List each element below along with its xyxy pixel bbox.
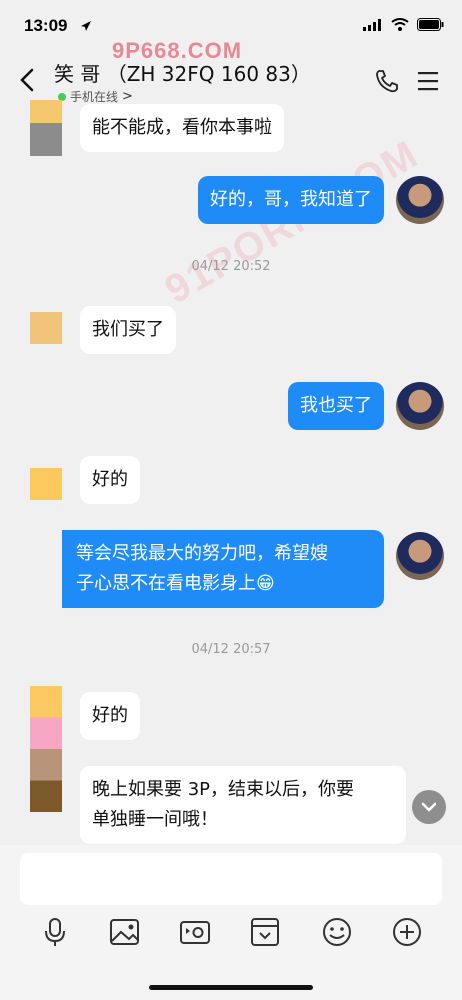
message-timestamp: 04/12 20:57 (191, 642, 271, 657)
status-bar: 13:09 (0, 0, 462, 50)
scroll-to-bottom-button[interactable] (412, 790, 446, 824)
status-icons (363, 18, 444, 31)
home-indicator (149, 985, 313, 990)
contact-name[interactable]: 笑 哥 （ZH 32FQ 160 83） (54, 58, 311, 87)
location-icon (81, 21, 91, 31)
message-bubble-self[interactable]: 好的，哥，我知道了 (198, 176, 384, 224)
message-line: 子心思不在看电影身上😁 (76, 573, 275, 594)
emoji-icon[interactable] (320, 915, 354, 949)
wifi-icon (391, 18, 409, 31)
sender-avatar[interactable] (30, 100, 62, 156)
back-arrow-icon[interactable] (14, 66, 42, 94)
sender-avatar[interactable] (30, 686, 62, 812)
message-bubble[interactable]: 好的 (80, 692, 140, 740)
menu-icon[interactable] (416, 70, 440, 92)
status-time: 13:09 (24, 16, 68, 35)
battery-icon (417, 18, 444, 31)
message-bubble[interactable]: 能不能成，看你本事啦 (80, 104, 284, 152)
favorites-icon[interactable] (248, 915, 282, 949)
signal-icon (363, 18, 381, 31)
message-input[interactable] (20, 853, 442, 905)
self-avatar[interactable] (396, 382, 444, 430)
message-bubble[interactable]: 晚上如果要 3P，结束以后，你要 单独睡一间哦！ (80, 766, 406, 844)
image-icon[interactable] (108, 915, 142, 949)
self-avatar[interactable] (396, 176, 444, 224)
phone-call-icon[interactable] (374, 68, 400, 94)
message-list[interactable]: 能不能成，看你本事啦 好的，哥，我知道了 04/12 20:52 我们买了 我也… (0, 100, 462, 845)
plus-icon[interactable] (390, 915, 424, 949)
message-bubble-self[interactable]: 等会尽我最大的努力吧，希望嫂 子心思不在看电影身上😁 (62, 530, 384, 608)
message-line: 等会尽我最大的努力吧，希望嫂 (76, 543, 328, 564)
self-avatar[interactable] (396, 532, 444, 580)
composer (0, 845, 462, 1000)
message-bubble-self[interactable]: 我也买了 (288, 382, 384, 430)
video-icon[interactable] (178, 915, 212, 949)
chevron-down-icon (421, 802, 437, 812)
message-line: 单独睡一间哦！ (92, 809, 218, 830)
sender-avatar[interactable] (30, 468, 62, 500)
composer-toolbar (0, 915, 462, 955)
message-bubble[interactable]: 好的 (80, 456, 140, 504)
sender-avatar[interactable] (30, 312, 62, 344)
microphone-icon[interactable] (38, 915, 72, 949)
message-timestamp: 04/12 20:52 (191, 259, 271, 274)
message-line: 晚上如果要 3P，结束以后，你要 (92, 779, 355, 800)
message-bubble[interactable]: 我们买了 (80, 306, 176, 354)
